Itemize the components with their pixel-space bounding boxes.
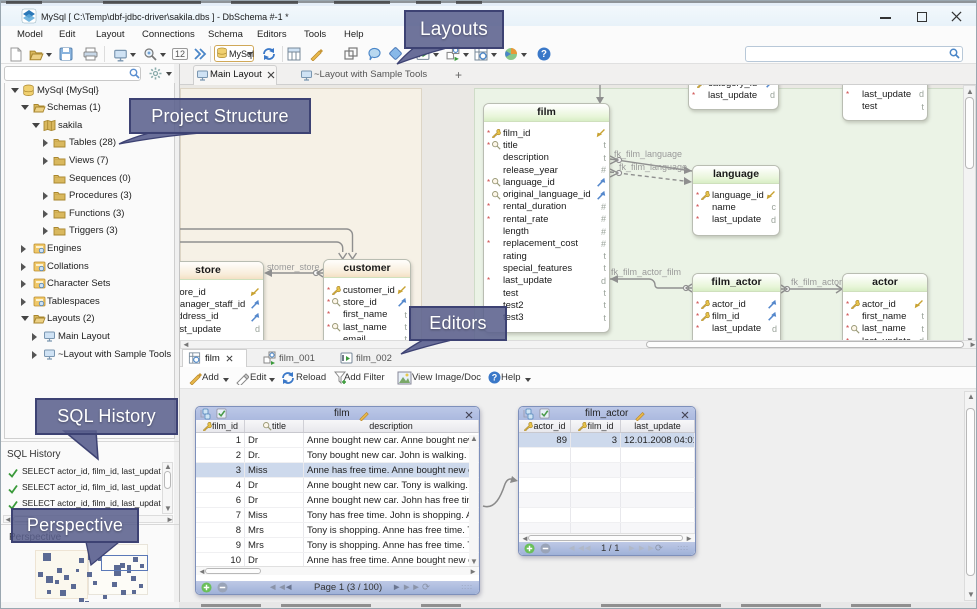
svg-text:fk_film_actor: fk_film_actor: [791, 277, 842, 287]
svg-text:fk_film_actor_film: fk_film_actor_film: [611, 267, 681, 277]
svg-text:fk_film_language: fk_film_language: [619, 162, 687, 172]
svg-text:stomer_store: stomer_store: [267, 262, 320, 272]
svg-text:fk_film_language: fk_film_language: [614, 149, 682, 159]
